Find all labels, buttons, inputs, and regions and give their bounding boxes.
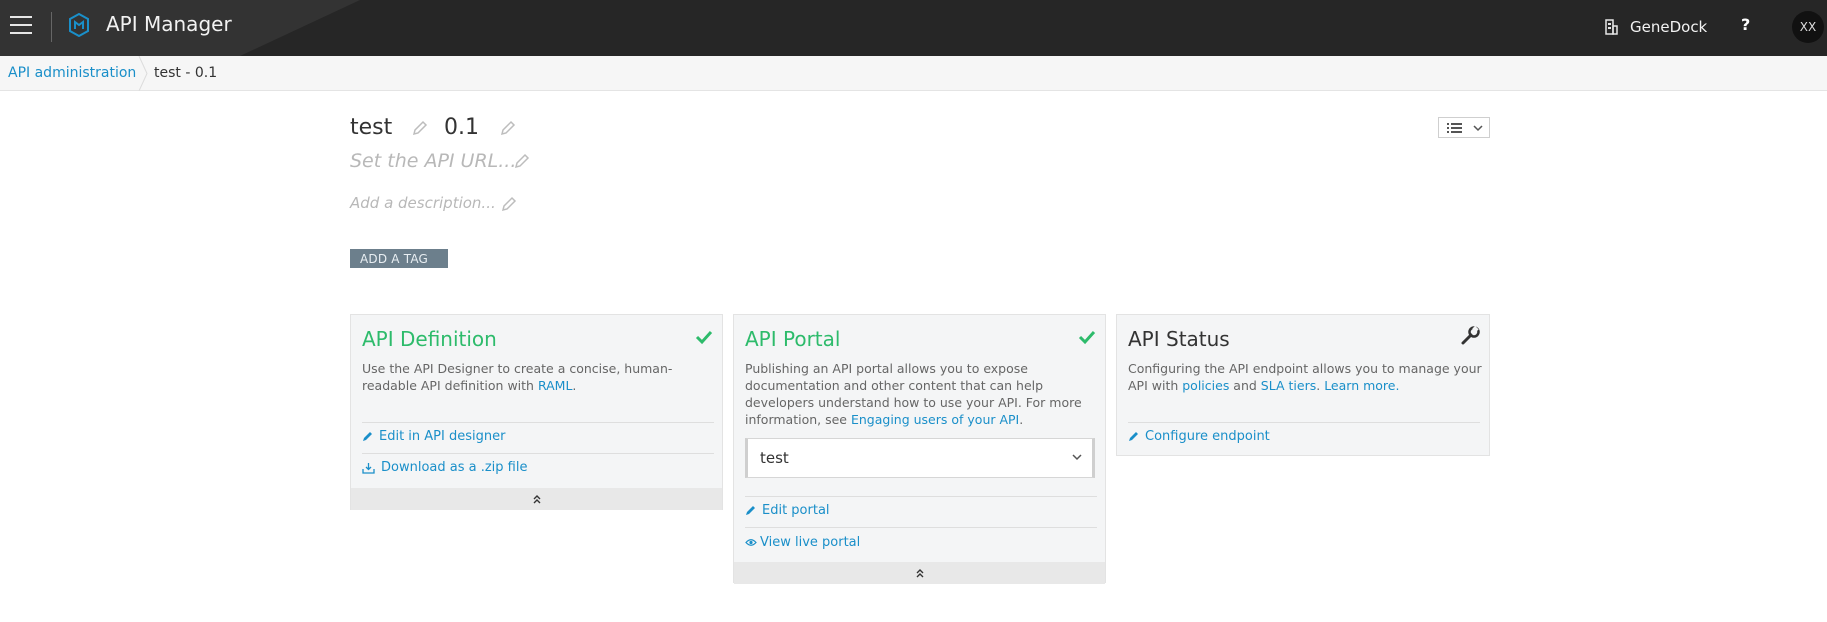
api-portal-title: API Portal xyxy=(745,327,841,351)
pencil-icon xyxy=(363,432,372,441)
collapse-portal-button[interactable] xyxy=(734,562,1105,584)
double-chevron-up-icon xyxy=(533,495,540,504)
divider xyxy=(745,496,1097,497)
breadcrumb-separator-icon xyxy=(138,56,148,91)
help-button[interactable]: ? xyxy=(1741,15,1750,34)
collapse-definition-button[interactable] xyxy=(351,488,722,510)
api-name: test xyxy=(350,115,393,140)
wrench-icon xyxy=(1461,326,1480,345)
org-name: GeneDock xyxy=(1630,18,1708,36)
user-avatar[interactable]: XX xyxy=(1792,11,1824,43)
divider xyxy=(1128,422,1480,423)
edit-version-pencil-icon[interactable] xyxy=(499,119,517,137)
edit-portal-label: Edit portal xyxy=(762,503,830,518)
actions-menu-button[interactable] xyxy=(1438,117,1490,138)
api-portal-description: Publishing an API portal allows you to e… xyxy=(745,360,1099,428)
api-version: 0.1 xyxy=(444,115,479,140)
pencil-icon xyxy=(1129,432,1138,441)
sla-tiers-link[interactable]: SLA tiers xyxy=(1261,378,1316,393)
configure-endpoint-link[interactable]: Configure endpoint xyxy=(1128,429,1270,444)
api-portal-card: API Portal Publishing an API portal allo… xyxy=(733,314,1106,584)
building-icon xyxy=(1605,19,1618,35)
learn-more-link[interactable]: Learn more. xyxy=(1324,378,1399,393)
api-definition-title: API Definition xyxy=(362,327,497,351)
policies-link[interactable]: policies xyxy=(1182,378,1229,393)
view-live-portal-link[interactable]: View live portal xyxy=(745,535,860,550)
edit-name-pencil-icon[interactable] xyxy=(411,119,429,137)
eye-icon xyxy=(745,539,757,546)
edit-portal-link[interactable]: Edit portal xyxy=(745,503,830,518)
app-title: API Manager xyxy=(106,12,232,36)
api-definition-text: Use the API Designer to create a concise… xyxy=(362,361,673,393)
portal-select[interactable]: test xyxy=(745,438,1095,478)
divider xyxy=(745,527,1097,528)
raml-link[interactable]: RAML xyxy=(538,378,572,393)
divider xyxy=(362,453,714,454)
pencil-icon xyxy=(746,506,755,515)
add-tag-button[interactable]: ADD A TAG xyxy=(350,249,448,268)
check-icon xyxy=(695,330,713,345)
portal-select-value: test xyxy=(760,449,789,467)
download-zip-link[interactable]: Download as a .zip file xyxy=(362,460,527,475)
api-status-description: Configuring the API endpoint allows you … xyxy=(1128,360,1482,394)
double-chevron-up-icon xyxy=(916,569,923,578)
api-definition-description: Use the API Designer to create a concise… xyxy=(362,360,714,394)
view-live-portal-label: View live portal xyxy=(760,535,861,550)
api-status-text-dot: . xyxy=(1316,378,1325,393)
top-bar-wedge xyxy=(240,0,360,56)
chevron-down-icon xyxy=(1473,125,1483,132)
menu-icon[interactable] xyxy=(10,16,32,36)
top-bar: API Manager GeneDock ? XX xyxy=(0,0,1827,56)
api-definition-card: API Definition Use the API Designer to c… xyxy=(350,314,723,510)
api-status-text-and: and xyxy=(1229,378,1261,393)
engaging-users-link[interactable]: Engaging users of your API xyxy=(851,412,1019,427)
breadcrumb: API administration test - 0.1 xyxy=(0,56,1827,91)
breadcrumb-current: test - 0.1 xyxy=(154,65,218,81)
api-description-field[interactable]: Add a description... xyxy=(350,194,496,212)
api-definition-text-end: . xyxy=(572,378,577,393)
top-bar-divider xyxy=(51,12,52,42)
edit-description-pencil-icon[interactable] xyxy=(500,195,518,213)
api-url-field[interactable]: Set the API URL... xyxy=(350,150,516,172)
configure-endpoint-label: Configure endpoint xyxy=(1145,429,1270,444)
list-icon xyxy=(1447,123,1462,133)
api-portal-text-end: . xyxy=(1019,412,1024,427)
check-icon xyxy=(1078,330,1096,345)
download-icon xyxy=(362,462,375,474)
divider xyxy=(362,422,714,423)
api-status-card: API Status Configuring the API endpoint … xyxy=(1116,314,1490,456)
download-zip-label: Download as a .zip file xyxy=(381,460,528,475)
api-status-title: API Status xyxy=(1128,327,1230,351)
breadcrumb-api-administration[interactable]: API administration xyxy=(8,65,136,81)
api-manager-logo-icon xyxy=(69,13,89,37)
chevron-down-icon xyxy=(1072,454,1082,461)
edit-url-pencil-icon[interactable] xyxy=(513,152,531,170)
edit-in-api-designer-label: Edit in API designer xyxy=(379,429,506,444)
org-switcher[interactable]: GeneDock xyxy=(1604,16,1707,38)
edit-in-api-designer-link[interactable]: Edit in API designer xyxy=(362,429,505,444)
